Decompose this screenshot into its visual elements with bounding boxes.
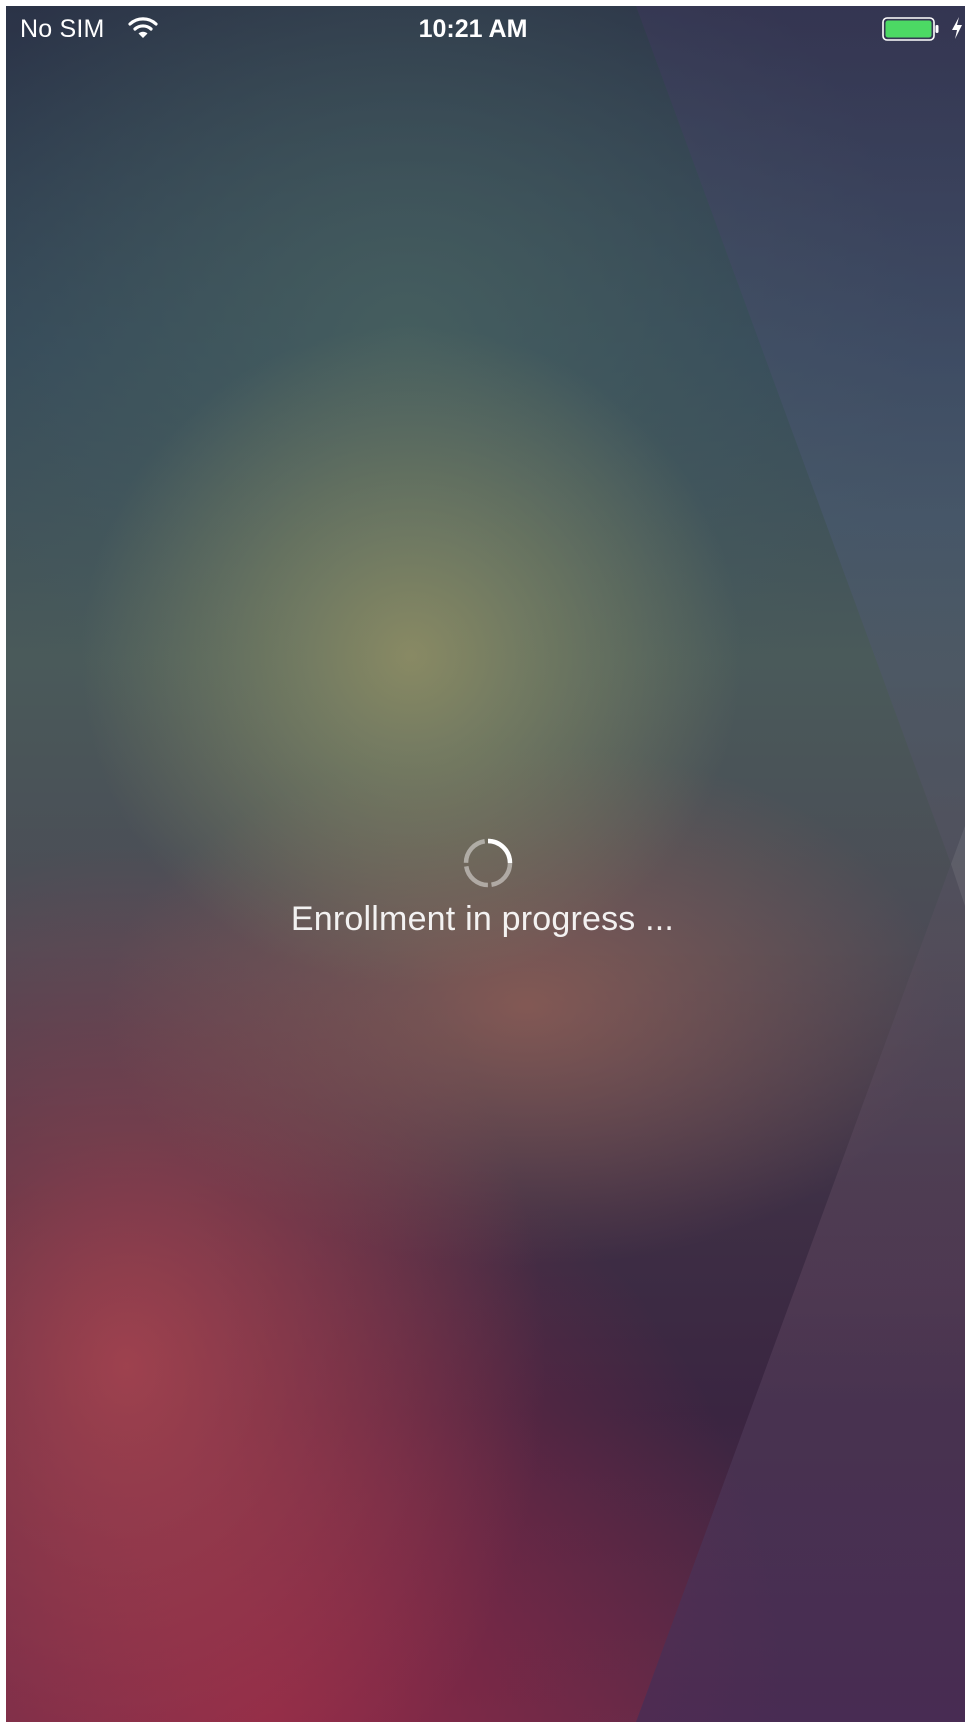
battery-charging-icon	[882, 17, 939, 41]
enrollment-progress: Enrollment in progress ...	[6, 836, 965, 946]
progress-message: Enrollment in progress ...	[290, 900, 675, 938]
status-time: 10:21 AM	[418, 15, 528, 43]
phone-screen: No SIM 10:21 AM Enrollment in progress .…	[6, 6, 965, 1722]
status-bar: No SIM 10:21 AM	[6, 6, 965, 50]
charging-bolt-icon	[952, 17, 962, 39]
activity-spinner-icon	[463, 838, 513, 888]
